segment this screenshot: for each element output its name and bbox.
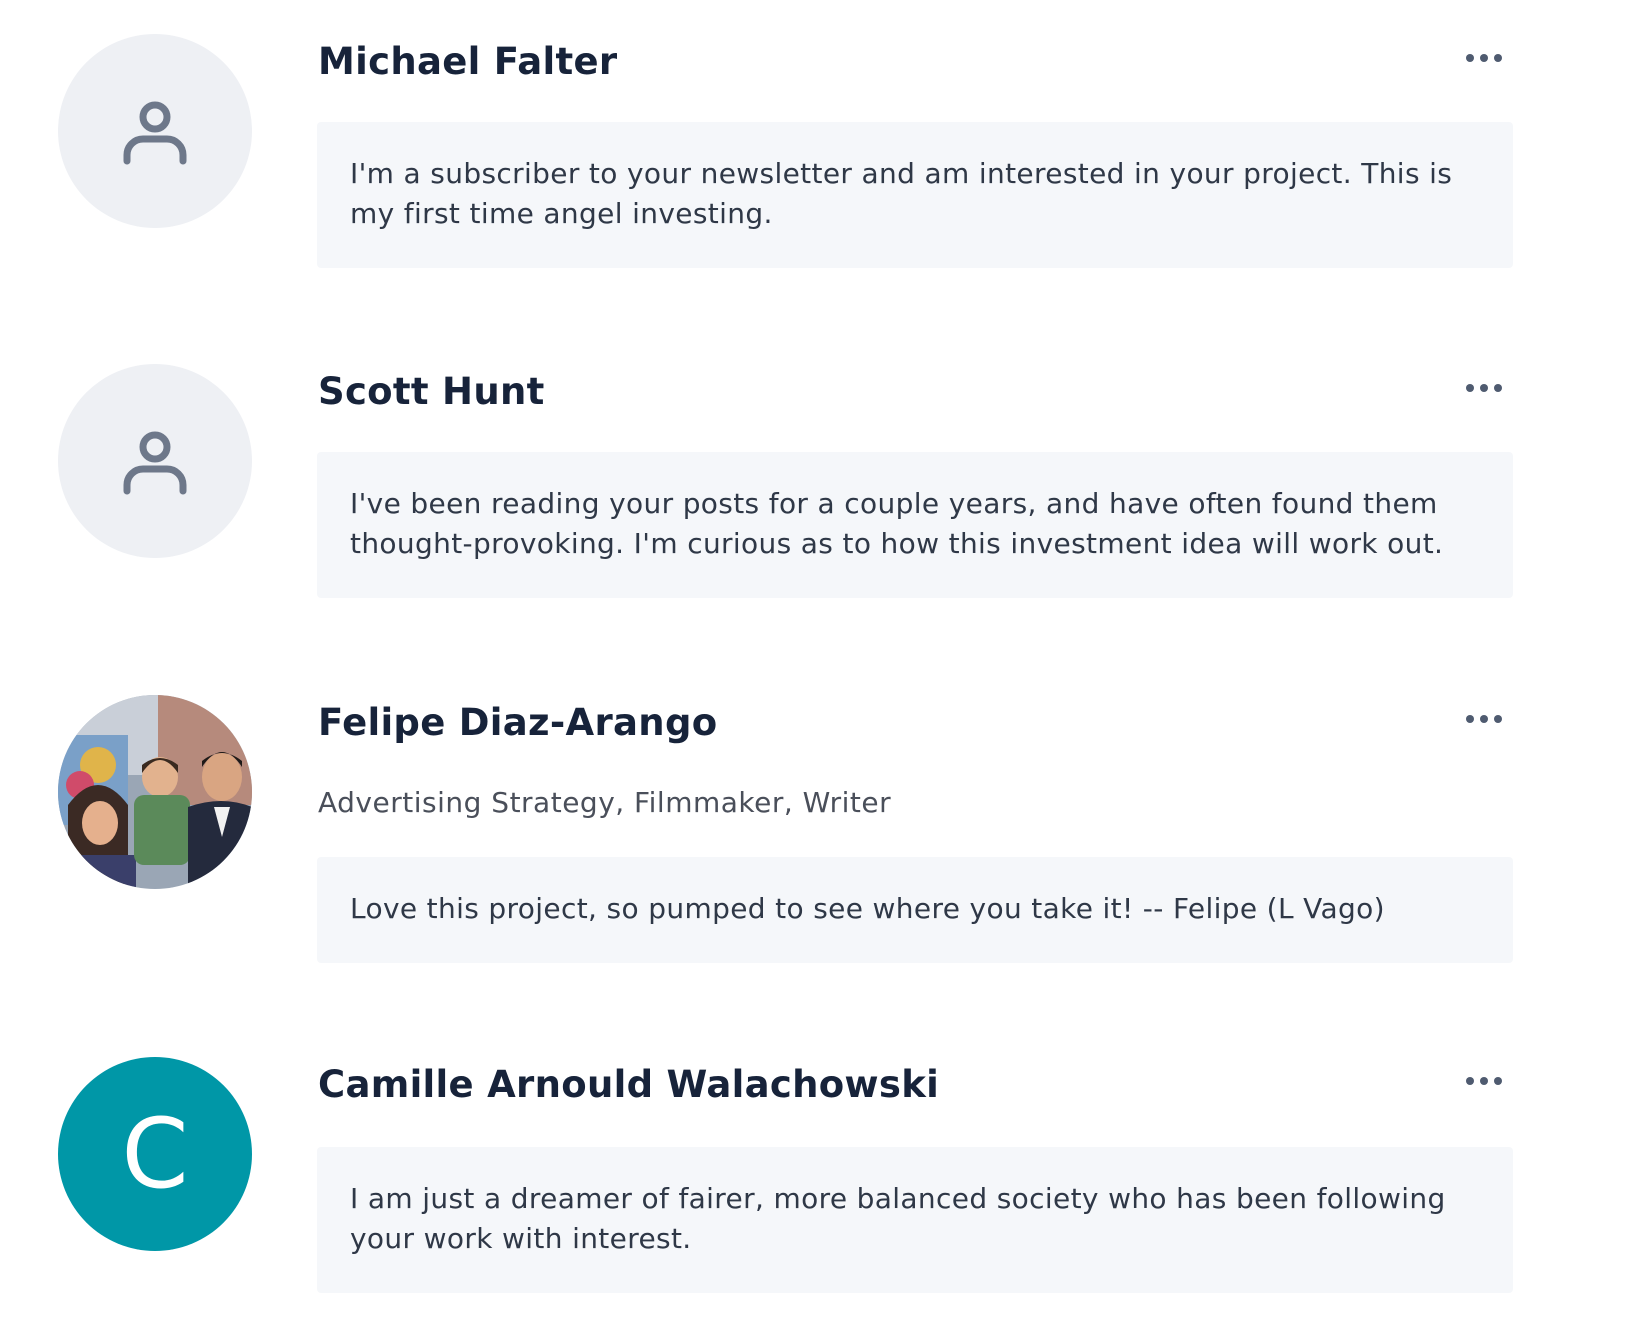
more-horizontal-icon xyxy=(1466,715,1502,723)
comment-message: I'm a subscriber to your newsletter and … xyxy=(317,122,1513,268)
commenter-name[interactable]: Felipe Diaz-Arango xyxy=(318,701,717,745)
comment-message: I've been reading your posts for a coupl… xyxy=(317,452,1513,598)
user-placeholder-icon xyxy=(123,101,187,165)
commenter-name[interactable]: Camille Arnould Walachowski xyxy=(318,1063,939,1107)
commenter-tagline: Advertising Strategy, Filmmaker, Writer xyxy=(318,786,892,819)
avatar[interactable]: C xyxy=(58,1057,252,1251)
more-horizontal-icon xyxy=(1466,384,1502,392)
more-options-button[interactable] xyxy=(1466,376,1506,400)
avatar[interactable] xyxy=(58,364,252,558)
avatar[interactable] xyxy=(58,695,252,889)
more-options-button[interactable] xyxy=(1466,46,1506,70)
avatar-letter: C xyxy=(121,1098,189,1210)
comment-message: Love this project, so pumped to see wher… xyxy=(317,857,1513,963)
avatar[interactable] xyxy=(58,34,252,228)
more-horizontal-icon xyxy=(1466,1077,1502,1085)
user-placeholder-icon xyxy=(123,431,187,495)
commenter-name[interactable]: Michael Falter xyxy=(318,40,617,84)
more-options-button[interactable] xyxy=(1466,1069,1506,1093)
more-options-button[interactable] xyxy=(1466,707,1506,731)
commenter-name[interactable]: Scott Hunt xyxy=(318,370,545,414)
family-photo xyxy=(58,695,252,889)
more-horizontal-icon xyxy=(1466,54,1502,62)
comment-message: I am just a dreamer of fairer, more bala… xyxy=(317,1147,1513,1293)
